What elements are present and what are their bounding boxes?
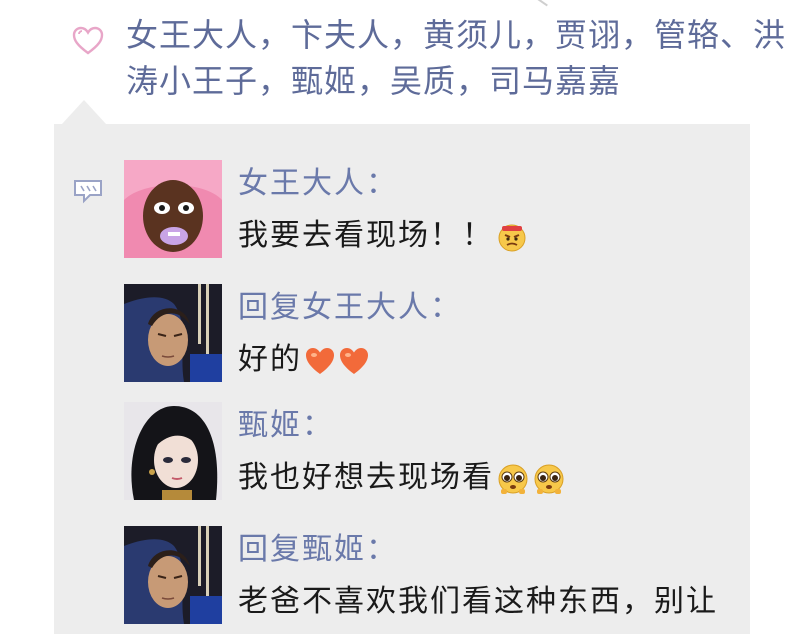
comment-author[interactable]: 回复女王大人： (238, 288, 462, 328)
comment-text: 老爸不喜欢我们看这种东西，别让 (238, 584, 718, 619)
comment-author[interactable]: 回复甄姬： (238, 530, 398, 570)
heart-icon (340, 347, 368, 374)
angry-face-icon (498, 224, 526, 251)
comment-icon (74, 180, 102, 204)
comment-item: 甄姬： 我也好想去现场看 (124, 402, 744, 502)
comment-author[interactable]: 女王大人： (238, 164, 398, 204)
comment-item: 女王大人： 我要去看现场！！ (124, 160, 744, 260)
comment-item: 回复女王大人： 好的 (124, 284, 744, 384)
likes-list[interactable]: 女王大人，卞夫人，黄须儿，贾诩，管辂、洪涛小王子，甄姬，吴质，司马嘉嘉 (126, 12, 786, 104)
avatar[interactable] (124, 160, 222, 258)
comment-author[interactable]: 甄姬： (238, 406, 334, 446)
avatar[interactable] (124, 402, 222, 500)
pleading-face-icon (534, 464, 564, 494)
avatar[interactable] (124, 526, 222, 624)
panel-notch (62, 100, 106, 124)
heart-icon (72, 26, 104, 55)
comment-item: 回复甄姬： 老爸不喜欢我们看这种东西，别让 (124, 526, 744, 626)
avatar[interactable] (124, 284, 222, 382)
heart-icon (306, 347, 334, 374)
comment-text: 好的 (238, 340, 370, 380)
comment-text: 我要去看现场！！ (238, 216, 528, 256)
pleading-face-icon (498, 464, 528, 494)
comment-text: 我也好想去现场看 (238, 458, 566, 498)
likes-row: 女王大人，卞夫人，黄须儿，贾诩，管辂、洪涛小王子，甄姬，吴质，司马嘉嘉 (0, 0, 800, 110)
